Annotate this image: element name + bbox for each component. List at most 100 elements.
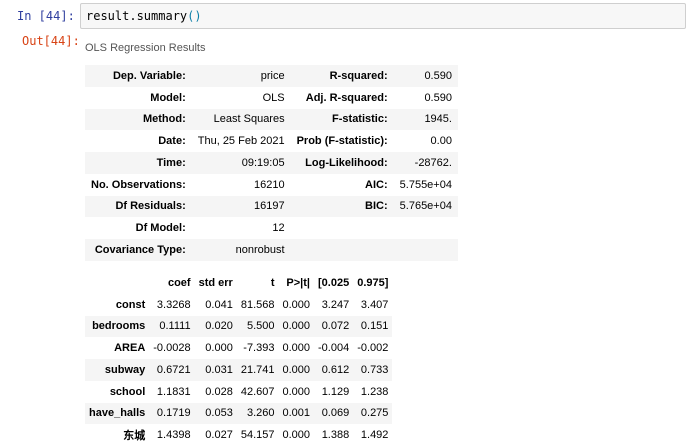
code-input-cell[interactable]: result.summary()	[80, 3, 686, 29]
summary-row: Df Residuals: 16197 BIC: 5.765e+04	[85, 195, 458, 218]
coef-row-label: AREA	[114, 342, 146, 355]
coef-row-label: 东城	[123, 430, 146, 443]
summary-label: Model:	[150, 91, 186, 104]
summary-value: 5.765e+04	[399, 200, 452, 213]
summary-label: Dep. Variable:	[112, 69, 186, 82]
summary-value	[394, 217, 458, 239]
summary-row: No. Observations: 16210 AIC: 5.755e+04	[85, 174, 458, 196]
coef-cell: -0.0028	[153, 342, 191, 355]
coef-row: subway 0.6721 0.031 21.741 0.000 0.612 0.733	[85, 359, 393, 381]
coef-row: bedrooms 0.1111 0.020 5.500 0.000 0.072 0.151	[85, 315, 393, 338]
coef-cell: 0.6721	[156, 363, 191, 376]
coef-column-header: t	[270, 276, 275, 289]
coef-row-label: school	[109, 385, 146, 398]
coef-cell: 0.069	[321, 407, 350, 420]
coef-cell: 0.020	[205, 320, 233, 333]
coef-cell: 1.4398	[156, 429, 191, 442]
coef-cell: 0.072	[321, 320, 350, 333]
summary-label: Df Model:	[135, 222, 186, 235]
coef-row: 东城 1.4398 0.027 54.157 0.000 1.388 1.492	[85, 424, 392, 446]
summary-value	[394, 239, 458, 261]
summary-value: OLS	[262, 91, 285, 104]
summary-value: 16210	[254, 178, 285, 191]
summary-value: 0.00	[430, 135, 452, 148]
coef-cell: -0.004	[318, 342, 350, 355]
summary-value: 5.755e+04	[399, 178, 452, 191]
coef-cell: 0.027	[205, 429, 233, 442]
summary-label: Date:	[158, 135, 186, 148]
coef-cell: 42.607	[240, 385, 275, 398]
coef-cell: 0.041	[205, 298, 233, 311]
coef-cell: 1.388	[321, 429, 350, 442]
summary-label: R-squared:	[329, 69, 388, 82]
summary-label: AIC:	[365, 178, 388, 191]
code-text: result.summary()	[86, 9, 202, 23]
coef-row-label: const	[115, 298, 146, 311]
coef-row: AREA -0.0028 0.000 -7.393 0.000 -0.004 -0.002	[85, 337, 392, 359]
summary-label: Df Residuals:	[115, 200, 186, 213]
summary-value: 16197	[254, 200, 285, 213]
summary-label: F-statistic:	[332, 113, 388, 126]
summary-row: Df Model: 12	[85, 217, 458, 239]
summary-value: nonrobust	[235, 243, 285, 256]
coef-cell: 81.568	[240, 298, 275, 311]
coef-cell: 0.028	[205, 385, 233, 398]
summary-row: Dep. Variable: price R-squared: 0.590	[85, 65, 458, 87]
input-prompt: In [44]:	[17, 9, 75, 23]
coef-column-header: std err	[198, 276, 233, 289]
coef-column-header	[85, 272, 149, 294]
coef-cell: 3.247	[321, 298, 350, 311]
summary-value: Least Squares	[213, 113, 285, 126]
coef-cell: 3.3268	[156, 298, 191, 311]
summary-value: 12	[272, 222, 285, 235]
coef-cell: 3.407	[360, 298, 389, 311]
coef-cell: 0.053	[205, 407, 233, 420]
table-caption: OLS Regression Results	[85, 42, 206, 54]
coef-cell: 21.741	[240, 363, 275, 376]
coef-cell: 0.031	[205, 363, 233, 376]
summary-value: 09:19:05	[241, 156, 285, 169]
summary-value: -28762.	[414, 156, 452, 169]
coef-cell: 0.000	[282, 363, 311, 376]
summary-value: 1945.	[424, 113, 452, 126]
coef-table: coef std err t P>|t| [0.025 0.975] const 3.326…	[85, 272, 393, 446]
summary-row: Time: 09:19:05 Log-Likelihood: -28762.	[85, 152, 458, 174]
summary-label	[291, 239, 394, 261]
coef-cell: 1.129	[321, 385, 350, 398]
summary-label: No. Observations:	[91, 178, 186, 191]
summary-row: Model: OLS Adj. R-squared: 0.590	[85, 87, 458, 109]
code-call: result.summary	[86, 9, 188, 23]
coef-cell: 0.1719	[156, 407, 191, 420]
coef-row-label: bedrooms	[92, 320, 146, 333]
coef-cell: -7.393	[243, 342, 275, 355]
coef-cell: 3.260	[246, 407, 275, 420]
coef-column-header: P>|t|	[286, 276, 311, 289]
summary-label: Covariance Type:	[94, 243, 186, 256]
summary-value: price	[260, 69, 285, 82]
coef-cell: 1.492	[360, 429, 389, 442]
coef-cell: 0.733	[360, 363, 389, 376]
summary-value: 0.590	[424, 91, 452, 104]
summary-table: Dep. Variable: price R-squared: 0.590 Model:…	[85, 65, 458, 261]
summary-label: Adj. R-squared:	[305, 91, 388, 104]
coef-column-header: [0.025	[318, 276, 350, 289]
coef-row: have_halls 0.1719 0.053 3.260 0.001 0.069 0.27…	[85, 402, 393, 425]
coef-cell: 0.001	[282, 407, 311, 420]
summary-label: Method:	[142, 113, 186, 126]
summary-value: Thu, 25 Feb 2021	[197, 135, 285, 148]
coef-cell: 0.000	[282, 342, 311, 355]
summary-row: Date: Thu, 25 Feb 2021 Prob (F-statistic):…	[85, 130, 458, 152]
coef-cell: -0.002	[357, 342, 389, 355]
coef-column-header: 0.975]	[357, 276, 389, 289]
summary-row: Covariance Type: nonrobust	[85, 239, 458, 261]
summary-value: 0.590	[424, 69, 452, 82]
coef-cell: 0.000	[282, 298, 311, 311]
coef-cell: 0.000	[282, 320, 311, 333]
coef-cell: 5.500	[246, 320, 275, 333]
summary-label: Time:	[156, 156, 186, 169]
coef-header-row: coef std err t P>|t| [0.025 0.975]	[85, 272, 392, 294]
coef-cell: 0.1111	[159, 320, 191, 333]
coef-column-header: coef	[167, 276, 191, 289]
coef-row-label: have_halls	[89, 407, 146, 420]
coef-cell: 0.612	[321, 363, 350, 376]
